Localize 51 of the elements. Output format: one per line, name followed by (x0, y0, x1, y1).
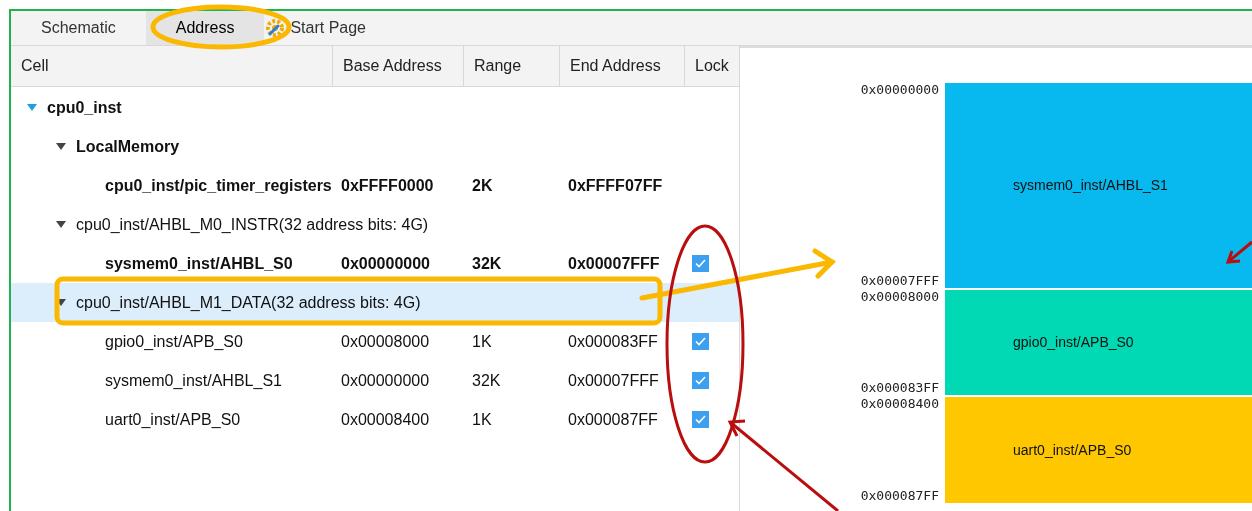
table-cell: 32K (472, 371, 501, 389)
lock-checkbox[interactable] (692, 255, 709, 272)
table-cell: 0x00000000 (341, 254, 430, 272)
table-cell: 0x00008400 (341, 410, 430, 428)
cell-name: cpu0_inst/AHBL_M1_DATA(32 address bits: 4G) (76, 292, 421, 313)
address-label: 0x00000000 (860, 83, 939, 97)
table-cell: 0x00007FFF (568, 371, 659, 389)
address-label: 0x00007FFF (860, 274, 939, 288)
table-cell: 32K (472, 254, 502, 272)
table-cell: 0x00007FFF (568, 254, 660, 272)
address-label: 0x00008400 (860, 397, 939, 411)
cell-name: sysmem0_inst/AHBL_S0 (105, 253, 293, 274)
table-cell: 0x00000000 (341, 371, 430, 389)
cell-name: LocalMemory (76, 136, 180, 157)
cell-name: cpu0_inst/AHBL_M0_INSTR(32 address bits: 4G) (76, 214, 429, 235)
column-header: End Address (570, 56, 661, 76)
table-cell: 2K (472, 176, 493, 194)
table-cell: 1K (472, 332, 492, 350)
memory-block[interactable]: uart0_inst/APB_S0 (945, 397, 1252, 503)
annotation-arrow (1225, 240, 1252, 264)
memory-block[interactable]: sysmem0_inst/AHBL_S1 (945, 83, 1252, 288)
table-cell: 1K (472, 410, 492, 428)
cell-name: cpu0_inst (47, 97, 122, 118)
column-header: Range (474, 56, 522, 76)
cell-name: uart0_inst/APB_S0 (105, 409, 241, 430)
checkmark-icon (695, 415, 706, 424)
lock-checkbox[interactable] (692, 411, 709, 428)
cell-name: cpu0_inst/pic_timer_registers (105, 175, 332, 196)
table-cell: 0x000087FF (568, 410, 658, 428)
expand-triangle-icon[interactable] (56, 142, 66, 151)
lock-checkbox[interactable] (692, 333, 709, 350)
cell-name: gpio0_inst/APB_S0 (105, 331, 243, 352)
table-cell: 0xFFFF0000 (341, 176, 434, 194)
column-header: Base Address (343, 56, 442, 76)
column-header: Cell (21, 56, 49, 76)
table-cell: 0x00008000 (341, 332, 430, 350)
memory-block[interactable]: gpio0_inst/APB_S0 (945, 290, 1252, 395)
cell-name: sysmem0_inst/AHBL_S1 (105, 370, 282, 391)
address-label: 0x000083FF (860, 381, 939, 395)
checkmark-icon (695, 376, 706, 385)
table-cell: 0xFFFF07FF (568, 176, 663, 194)
address-label: 0x000087FF (860, 489, 939, 503)
address-label: 0x00008000 (860, 290, 939, 304)
checkmark-icon (695, 259, 706, 268)
column-header: Lock (695, 56, 729, 76)
lock-checkbox[interactable] (692, 372, 709, 389)
selected-row[interactable]: cpu0_inst/AHBL_M1_DATA(32 address bits: 4G) (11, 283, 739, 322)
checkmark-icon (695, 337, 706, 346)
table-cell: 0x000083FF (568, 332, 658, 350)
expand-triangle-icon[interactable] (56, 220, 66, 229)
gear-wrench-icon (264, 17, 287, 39)
